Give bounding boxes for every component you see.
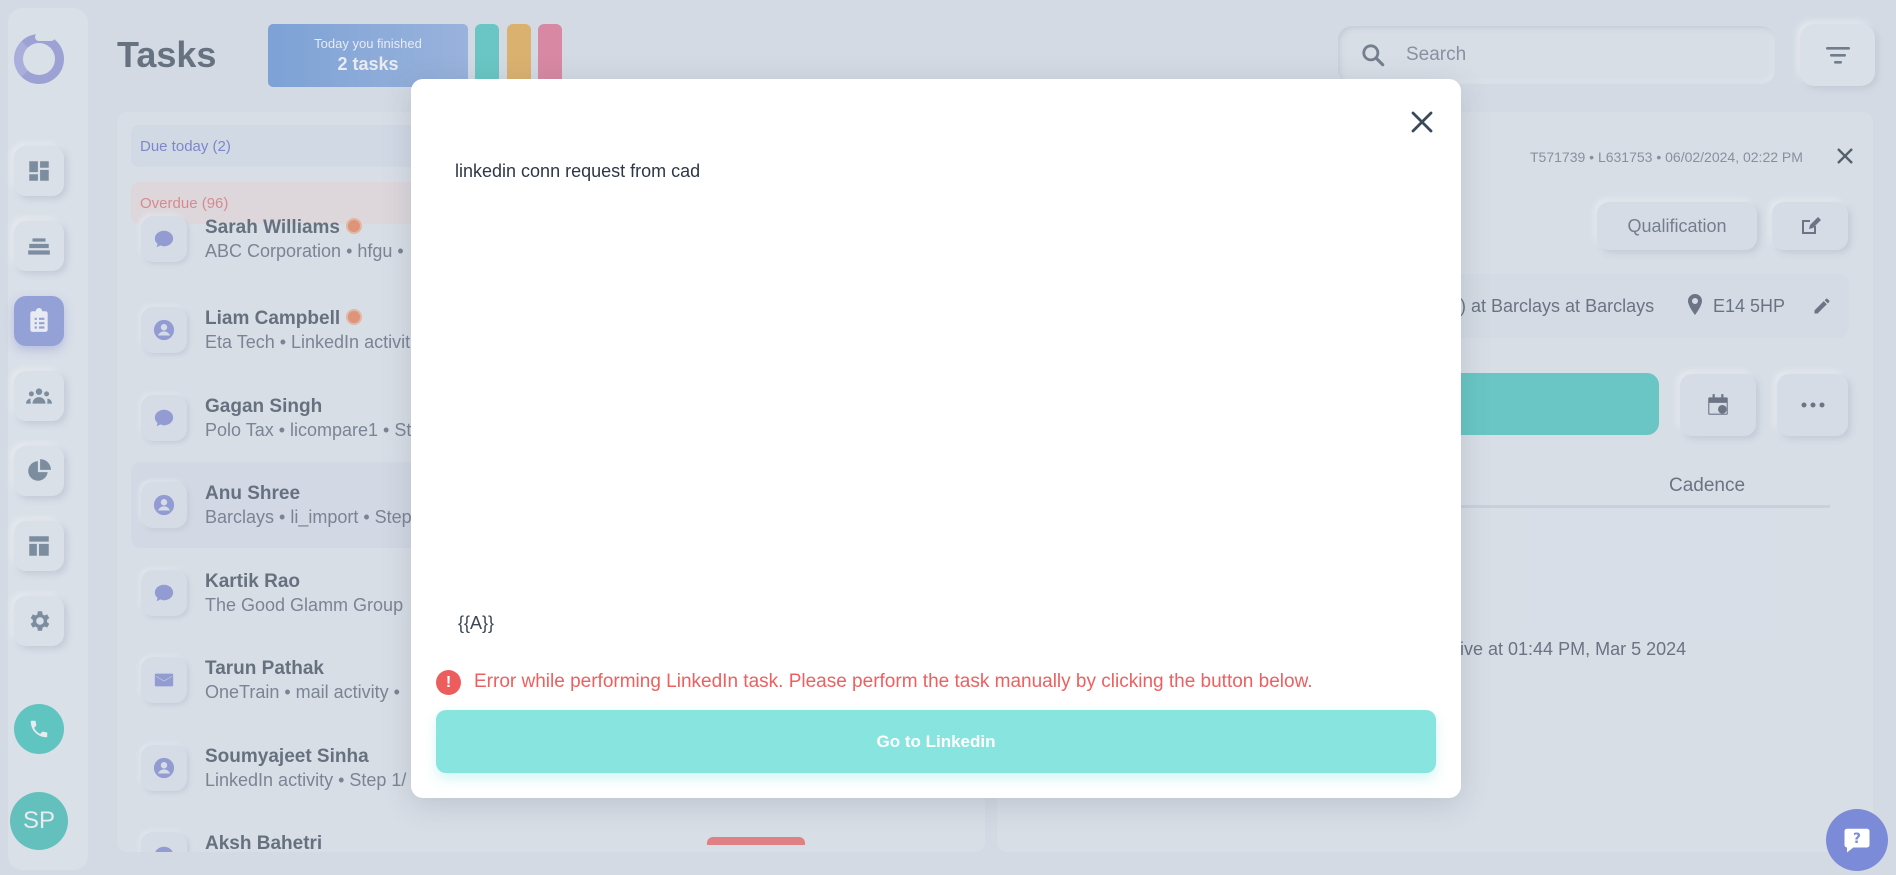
template-variable: {{A}} [458,613,495,633]
linkedin-task-modal: linkedin conn request from cad {{A}} ! E… [411,79,1461,798]
svg-text:?: ? [1853,831,1861,847]
help-button[interactable]: ? [1826,809,1888,871]
close-icon[interactable] [1409,109,1435,135]
go-to-linkedin-button[interactable]: Go to Linkedin [436,710,1436,773]
error-icon: ! [436,670,461,695]
task-message: linkedin conn request from cad [455,161,701,181]
help-chat-icon: ? [1844,828,1870,853]
error-message: Error while performing LinkedIn task. Pl… [474,671,1313,692]
